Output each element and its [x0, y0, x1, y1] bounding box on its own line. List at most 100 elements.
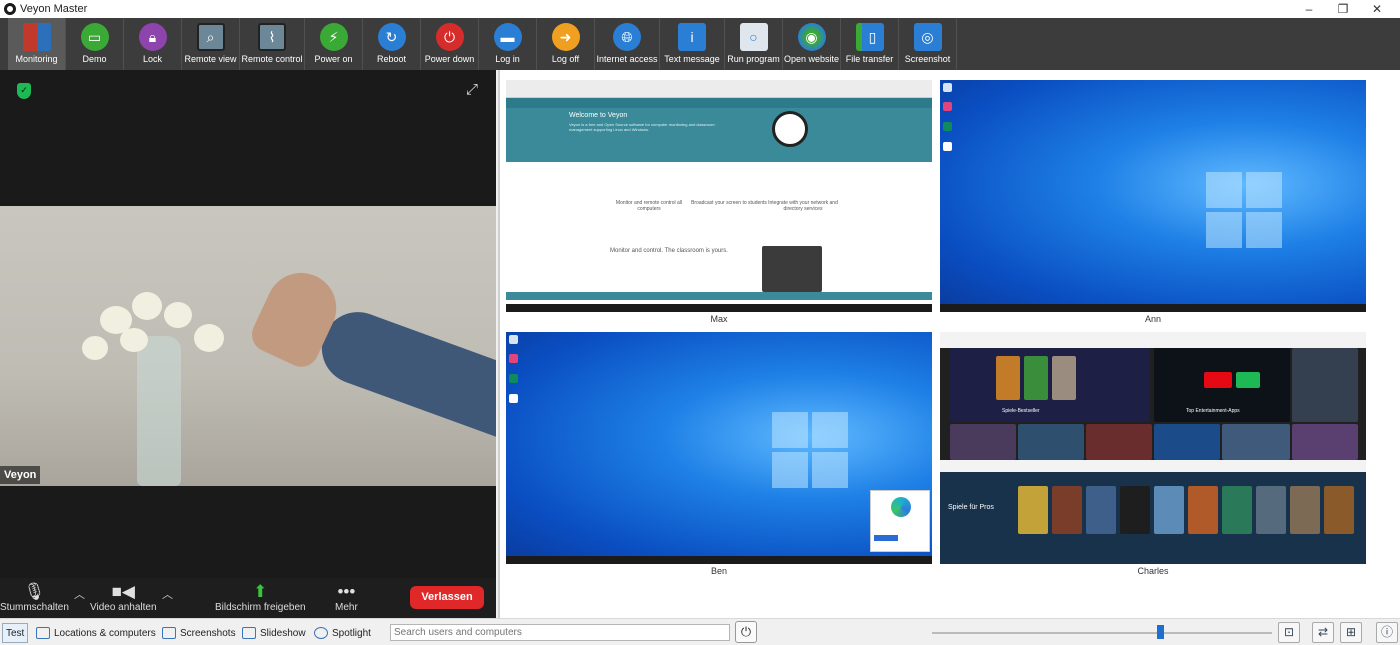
arm-image [311, 301, 496, 439]
zoom-meeting-panel: ✓ ⤢ Veyon 🎙︎ Stummschalten ︿ ■◀ Video an… [0, 70, 496, 618]
computer-tile-ann[interactable]: Ann [940, 80, 1366, 330]
log-in-button[interactable]: ▬ Log in [479, 18, 537, 70]
computer-screen-ann [940, 80, 1366, 312]
screenshots-button[interactable]: Screenshots [158, 623, 240, 643]
taskbar [506, 304, 932, 312]
spotlight-icon [314, 627, 328, 639]
auto-fit-icon[interactable]: ⊡ [1278, 622, 1300, 643]
open-website-button[interactable]: ◉ Open website [783, 18, 841, 70]
reboot-button[interactable]: ↻ Reboot [363, 18, 421, 70]
leave-button[interactable]: Verlassen [410, 586, 484, 609]
taskbar [506, 556, 932, 564]
lock-button[interactable]: 🔒︎ Lock [124, 18, 182, 70]
more-button[interactable]: ••• Mehr [335, 582, 358, 613]
computer-tile-max[interactable]: Welcome to Veyon Veyon is a free and Ope… [506, 80, 932, 330]
remote-view-icon: ⌕ [196, 23, 225, 51]
log-in-icon: ▬ [493, 23, 522, 51]
maximize-icon[interactable]: ❐ [1326, 0, 1360, 18]
screenshot-button[interactable]: ◎ Screenshot [899, 18, 957, 70]
windows-logo-icon [772, 412, 848, 488]
meeting-controls: 🎙︎ Stummschalten ︿ ■◀ Video anhalten ︿ ⬆… [0, 578, 496, 618]
shield-icon: ✓ [17, 83, 31, 99]
stop-video-button[interactable]: ■◀ Video anhalten [90, 582, 157, 613]
computer-grid: Welcome to Veyon Veyon is a free and Ope… [498, 70, 1400, 618]
zoom-slider[interactable] [932, 632, 1272, 634]
computer-screen-max: Welcome to Veyon Veyon is a free and Ope… [506, 80, 932, 312]
computer-tile-charles[interactable]: Spiele-Bestseller Top Entertainment-Apps… [940, 332, 1366, 582]
website-nav [506, 98, 932, 108]
edge-icon [891, 497, 911, 517]
monitoring-button[interactable]: Monitoring [8, 18, 66, 70]
edge-notification [870, 490, 930, 552]
file-transfer-button[interactable]: ▯ File transfer [841, 18, 899, 70]
power-icon[interactable]: ⏻ [735, 621, 757, 643]
microphone-icon: 🎙︎ [23, 582, 46, 601]
test-button[interactable]: Test [2, 623, 29, 643]
zoom-slider-handle[interactable] [1156, 625, 1164, 639]
veyon-logo-icon [4, 3, 16, 15]
website-hero: Welcome to Veyon Veyon is a free and Ope… [506, 108, 932, 162]
browser-toolbar [506, 80, 932, 98]
computer-name-ben: Ben [710, 566, 727, 576]
window-title: Veyon Master [20, 3, 88, 15]
expand-icon[interactable]: ⤢ [466, 81, 478, 98]
chevron-up-icon[interactable]: ︿ [74, 586, 85, 602]
monitoring-icon [22, 23, 51, 51]
participant-video: Veyon [0, 206, 496, 486]
power-down-button[interactable]: ⏻ Power down [421, 18, 479, 70]
camera-icon: ■◀ [111, 582, 135, 601]
camera-icon [162, 627, 176, 639]
computer-tile-ben[interactable]: Ben [506, 332, 932, 582]
rearrange-icon[interactable]: ⇄ [1312, 622, 1334, 643]
minimize-icon[interactable]: – [1292, 0, 1326, 18]
screenshot-icon: ◎ [913, 23, 942, 51]
taskbar [940, 304, 1366, 312]
slideshow-button[interactable]: Slideshow [238, 623, 310, 643]
windows-logo-icon [1206, 172, 1282, 248]
power-down-icon: ⏻ [435, 23, 464, 51]
computer-screen-charles: Spiele-Bestseller Top Entertainment-Apps… [940, 332, 1366, 564]
computer-name-ann: Ann [1144, 314, 1161, 324]
demo-icon: ▭ [80, 23, 109, 51]
spotlight-button[interactable]: Spotlight [310, 623, 375, 643]
computers-icon [36, 627, 50, 639]
power-on-icon: ⚡︎ [319, 23, 348, 51]
status-bar: Test Locations & computers Screenshots S… [0, 618, 1400, 645]
demo-button[interactable]: ▭ Demo [66, 18, 124, 70]
participant-name: Veyon [0, 466, 41, 484]
log-off-button[interactable]: ➜ Log off [537, 18, 595, 70]
internet-access-icon: 🌐︎ [613, 23, 641, 51]
search-input[interactable] [390, 624, 730, 641]
remote-control-button[interactable]: ⌇ Remote control [240, 18, 305, 70]
run-program-button[interactable]: ○ Run program [725, 18, 783, 70]
log-off-icon: ➜ [551, 23, 580, 51]
info-icon[interactable]: ⓘ [1376, 622, 1398, 643]
veyon-logo-icon [772, 111, 808, 147]
reboot-icon: ↻ [377, 23, 406, 51]
run-program-icon: ○ [739, 23, 768, 51]
remote-view-button[interactable]: ⌕ Remote view [182, 18, 240, 70]
close-icon[interactable]: ✕ [1360, 0, 1394, 18]
power-on-button[interactable]: ⚡︎ Power on [305, 18, 363, 70]
main-toolbar: Monitoring ▭ Demo 🔒︎ Lock ⌕ Remote view … [0, 18, 1400, 70]
text-message-icon: i [678, 23, 706, 51]
text-message-button[interactable]: i Text message [660, 18, 725, 70]
mute-button[interactable]: 🎙︎ Stummschalten [0, 582, 69, 613]
computer-screen-ben [506, 332, 932, 564]
remote-control-icon: ⌇ [258, 23, 286, 51]
title-bar: Veyon Master – ❐ ✕ [0, 0, 1400, 18]
share-screen-button[interactable]: ⬆ Bildschirm freigeben [215, 582, 306, 613]
grid-icon[interactable]: ⊞ [1340, 622, 1362, 643]
more-icon: ••• [337, 582, 356, 601]
share-screen-icon: ⬆ [253, 582, 268, 601]
chevron-up-icon[interactable]: ︿ [162, 586, 173, 602]
locations-computers-button[interactable]: Locations & computers [32, 623, 160, 643]
internet-access-button[interactable]: 🌐︎ Internet access [595, 18, 660, 70]
lock-icon: 🔒︎ [138, 23, 167, 51]
screenshot-preview [762, 246, 822, 292]
veyon-master-window: Veyon Master – ❐ ✕ Monitoring ▭ Demo 🔒︎ … [0, 0, 1400, 645]
file-transfer-icon: ▯ [855, 23, 884, 51]
slideshow-icon [242, 627, 256, 639]
store-header [940, 332, 1366, 348]
open-website-icon: ◉ [797, 23, 826, 51]
